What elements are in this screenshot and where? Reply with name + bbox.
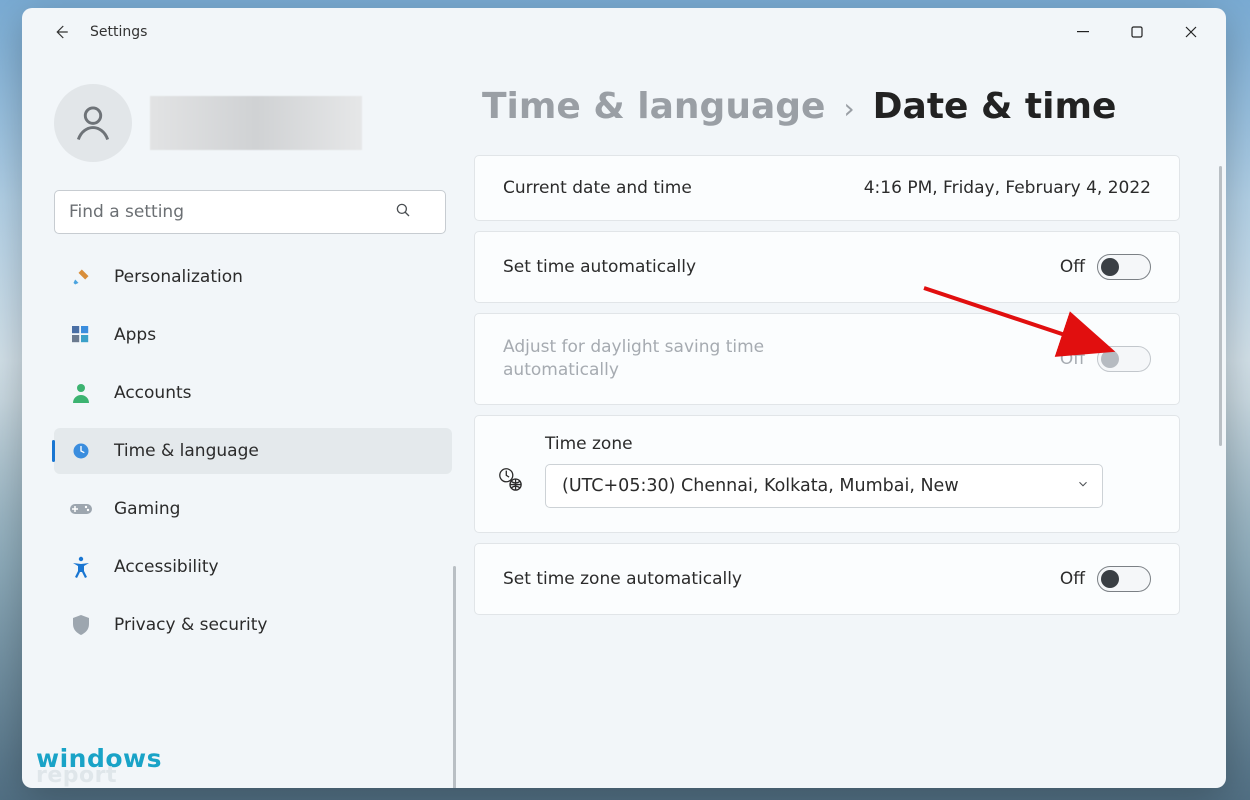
- accessibility-icon: [70, 556, 92, 578]
- set-tz-auto-label: Set time zone automatically: [503, 569, 742, 589]
- user-header: [54, 84, 460, 162]
- avatar[interactable]: [54, 84, 132, 162]
- arrow-left-icon: [52, 23, 70, 41]
- main-content: Time & language › Date & time Current da…: [474, 56, 1226, 788]
- sidebar-item-personalization[interactable]: Personalization: [54, 254, 452, 300]
- panel-set-tz-auto: Set time zone automatically Off: [474, 543, 1180, 615]
- dst-auto-label: Adjust for daylight saving time automati…: [503, 336, 863, 382]
- sidebar-item-label: Accounts: [114, 383, 192, 403]
- panel-set-time-auto: Set time automatically Off: [474, 231, 1180, 303]
- person-icon: [70, 382, 92, 404]
- sidebar-item-label: Privacy & security: [114, 615, 268, 635]
- breadcrumb: Time & language › Date & time: [474, 86, 1198, 127]
- close-icon: [1185, 26, 1197, 38]
- user-icon: [71, 101, 115, 145]
- current-datetime-value: 4:16 PM, Friday, February 4, 2022: [864, 178, 1151, 198]
- dst-auto-toggle: [1097, 346, 1151, 372]
- page-title: Date & time: [873, 86, 1117, 127]
- current-datetime-label: Current date and time: [503, 178, 692, 198]
- timezone-select[interactable]: (UTC+05:30) Chennai, Kolkata, Mumbai, Ne…: [545, 464, 1103, 508]
- app-title: Settings: [90, 24, 147, 40]
- minimize-icon: [1077, 26, 1089, 38]
- nav-list: Personalization Apps Accounts: [54, 254, 452, 648]
- panel-timezone: Time zone (UTC+05:30) Chennai, Kolkata, …: [474, 415, 1180, 533]
- chevron-right-icon: ›: [843, 92, 854, 125]
- sidebar-item-privacy[interactable]: Privacy & security: [54, 602, 452, 648]
- timezone-icon: [497, 477, 523, 496]
- panel-dst-auto: Adjust for daylight saving time automati…: [474, 313, 1180, 405]
- gamepad-icon: [70, 498, 92, 520]
- sidebar-item-label: Accessibility: [114, 557, 219, 577]
- search-input[interactable]: [54, 190, 446, 234]
- set-time-auto-toggle[interactable]: [1097, 254, 1151, 280]
- sidebar-item-time-language[interactable]: Time & language: [54, 428, 452, 474]
- user-name-redacted: [150, 96, 362, 150]
- shield-icon: [70, 614, 92, 636]
- set-time-auto-state: Off: [1060, 257, 1085, 277]
- close-button[interactable]: [1164, 14, 1218, 50]
- breadcrumb-parent[interactable]: Time & language: [482, 86, 825, 127]
- sidebar-item-label: Personalization: [114, 267, 243, 287]
- back-button[interactable]: [42, 13, 80, 51]
- timezone-selected-value: (UTC+05:30) Chennai, Kolkata, Mumbai, Ne…: [562, 476, 959, 496]
- clock-globe-icon: [70, 440, 92, 462]
- search-icon: [394, 201, 412, 223]
- sidebar-item-accessibility[interactable]: Accessibility: [54, 544, 452, 590]
- brush-icon: [70, 266, 92, 288]
- minimize-button[interactable]: [1056, 14, 1110, 50]
- sidebar-item-label: Apps: [114, 325, 156, 345]
- sidebar-scrollbar[interactable]: [453, 566, 456, 788]
- chevron-down-icon: [1076, 476, 1090, 496]
- set-tz-auto-state: Off: [1060, 569, 1085, 589]
- set-time-auto-label: Set time automatically: [503, 257, 696, 277]
- set-tz-auto-toggle[interactable]: [1097, 566, 1151, 592]
- titlebar: Settings: [22, 8, 1226, 56]
- maximize-icon: [1131, 26, 1143, 38]
- watermark: windows report: [36, 748, 162, 786]
- sidebar: Personalization Apps Accounts: [22, 56, 474, 788]
- sidebar-item-accounts[interactable]: Accounts: [54, 370, 452, 416]
- maximize-button[interactable]: [1110, 14, 1164, 50]
- sidebar-item-apps[interactable]: Apps: [54, 312, 452, 358]
- apps-icon: [70, 324, 92, 346]
- sidebar-item-label: Time & language: [114, 441, 259, 461]
- panel-current-datetime: Current date and time 4:16 PM, Friday, F…: [474, 155, 1180, 221]
- sidebar-item-gaming[interactable]: Gaming: [54, 486, 452, 532]
- timezone-label: Time zone: [545, 434, 1151, 454]
- dst-auto-state: Off: [1060, 349, 1085, 369]
- settings-window: Settings: [22, 8, 1226, 788]
- sidebar-item-label: Gaming: [114, 499, 180, 519]
- main-scrollbar[interactable]: [1219, 166, 1222, 446]
